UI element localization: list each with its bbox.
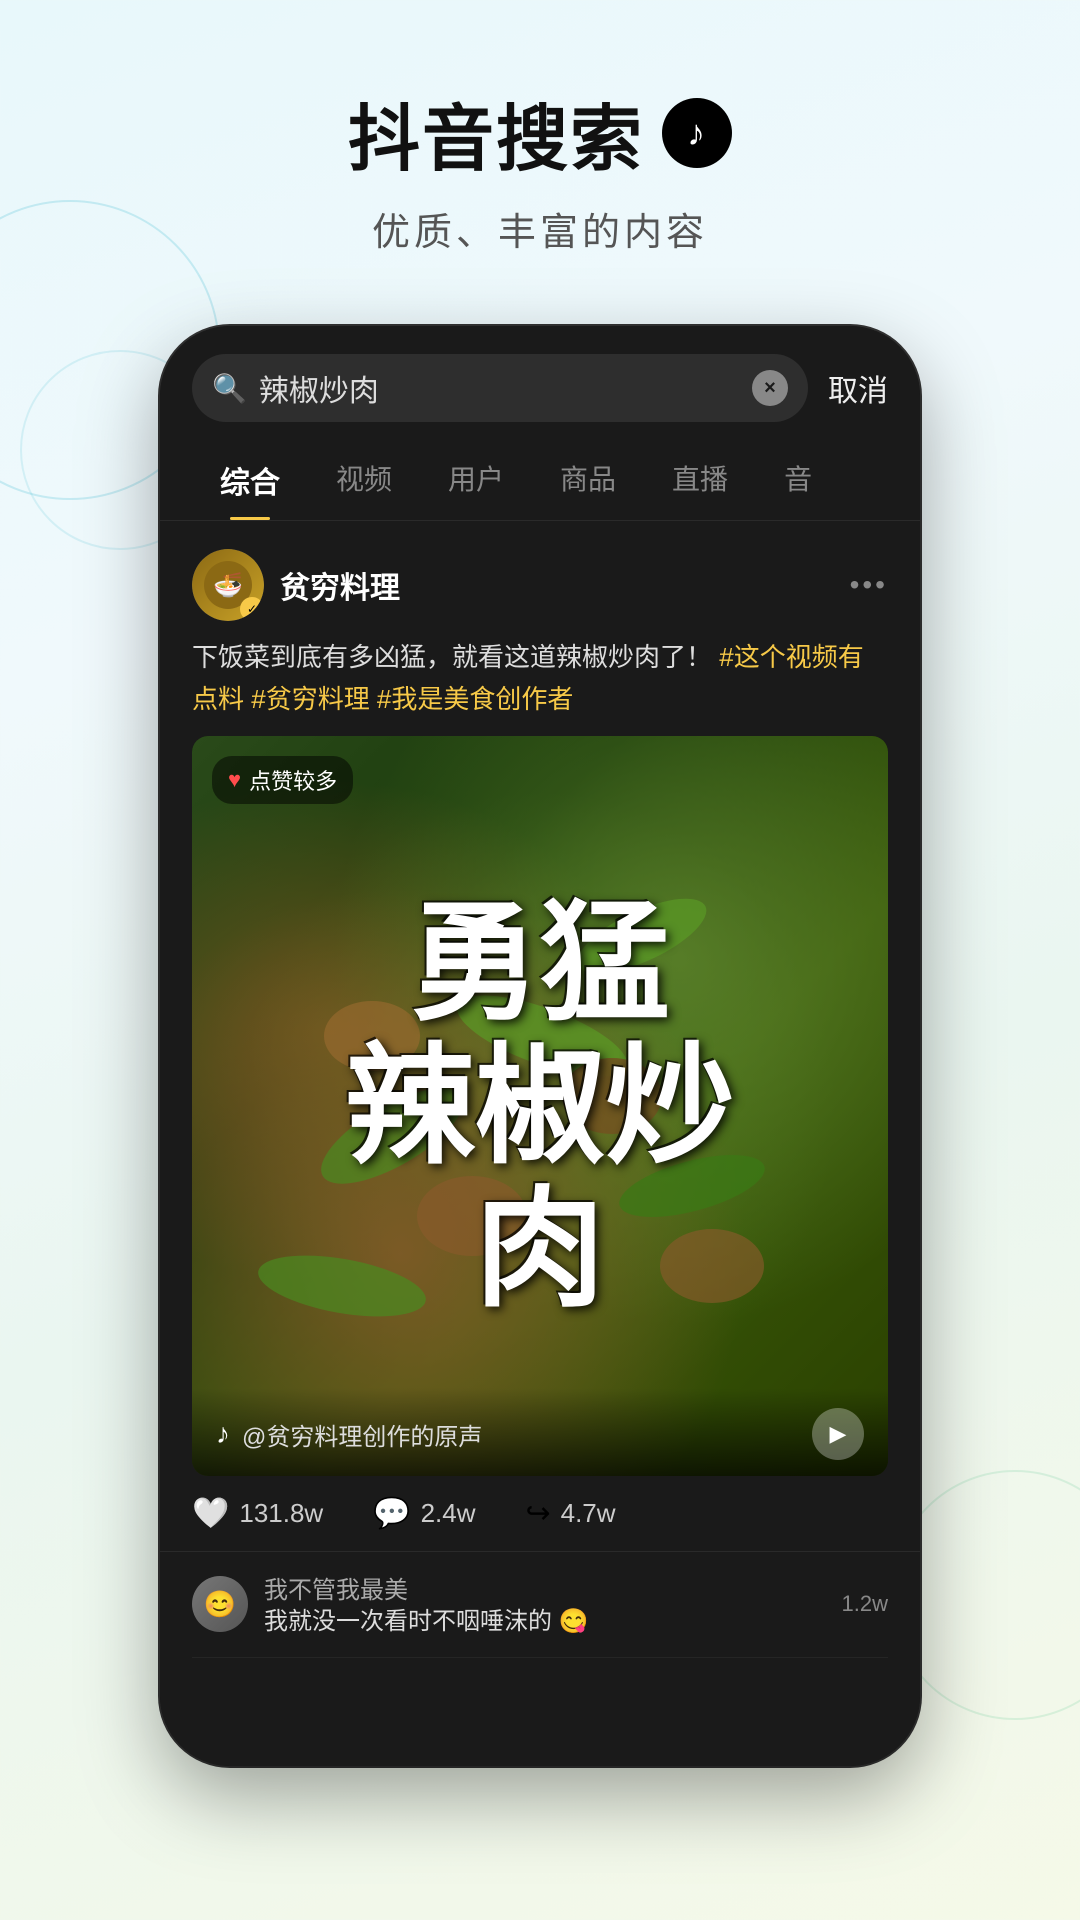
hashtag-2[interactable]: #贫穷料理 <box>251 684 377 714</box>
search-input[interactable]: 辣椒炒肉 <box>259 366 740 410</box>
video-text-overlay: 勇猛辣椒炒肉 <box>192 736 888 1476</box>
tab-直播[interactable]: 直播 <box>644 440 756 520</box>
commenter-name[interactable]: 我不管我最美 <box>264 1570 826 1605</box>
search-input-box[interactable]: 🔍 辣椒炒肉 × <box>192 354 808 422</box>
user-info: 🍜 ✓ 贫穷料理 <box>192 549 400 621</box>
avatar[interactable]: 🍜 ✓ <box>192 549 264 621</box>
video-footer: ♪ @贫穷料理创作的原声 ▶ <box>192 1388 888 1476</box>
post-header: 🍜 ✓ 贫穷料理 ••• <box>192 549 888 621</box>
verified-badge: ✓ <box>240 597 264 621</box>
comment-count: 2.4w <box>421 1498 476 1529</box>
content-area: 🍜 ✓ 贫穷料理 ••• 下饭菜到底有多凶猛，就看这道辣椒炒肉了！ <box>160 521 920 1766</box>
commenter-avatar: 😊 <box>192 1576 248 1632</box>
comment-icon: 💬 <box>373 1496 410 1531</box>
share-stat[interactable]: ↪ 4.7w <box>525 1496 615 1531</box>
share-icon: ↪ <box>525 1496 550 1531</box>
post-main-text: 下饭菜到底有多凶猛，就看这道辣椒炒肉了！ <box>192 642 712 672</box>
comment-text: 我就没一次看时不咽唾沫的 😋 <box>264 1605 826 1639</box>
video-badge: ♥ 点赞较多 <box>212 756 353 804</box>
comment-stat[interactable]: 💬 2.4w <box>373 1496 475 1531</box>
post-card: 🍜 ✓ 贫穷料理 ••• 下饭菜到底有多凶猛，就看这道辣椒炒肉了！ <box>160 521 920 736</box>
post-username[interactable]: 贫穷料理 <box>280 563 400 607</box>
share-count: 4.7w <box>561 1498 616 1529</box>
header-section: 抖音搜索 ♪ 优质、丰富的内容 <box>0 0 1080 296</box>
app-title: 抖音搜索 ♪ <box>0 80 1080 185</box>
play-button[interactable]: ▶ <box>812 1408 864 1460</box>
comment-item: 😊 我不管我最美 我就没一次看时不咽唾沫的 😋 1.2w <box>192 1552 888 1658</box>
like-count: 131.8w <box>239 1498 323 1529</box>
badge-label: 点赞较多 <box>249 764 337 796</box>
phone-frame: 🔍 辣椒炒肉 × 取消 综合 视频 用户 商品 直播 音 <box>160 326 920 1766</box>
post-text: 下饭菜到底有多凶猛，就看这道辣椒炒肉了！ #这个视频有点料 #贫穷料理 #我是美… <box>192 637 888 720</box>
search-icon: 🔍 <box>212 372 247 405</box>
tiktok-logo-icon: ♪ <box>662 98 732 168</box>
like-icon: 🤍 <box>192 1496 229 1531</box>
comment-section: 😊 我不管我最美 我就没一次看时不咽唾沫的 😋 1.2w <box>160 1551 920 1658</box>
tab-视频[interactable]: 视频 <box>308 440 420 520</box>
video-source: @贫穷料理创作的原声 <box>242 1417 800 1452</box>
tiktok-audio-icon: ♪ <box>216 1418 230 1450</box>
phone-inner: 🔍 辣椒炒肉 × 取消 综合 视频 用户 商品 直播 音 <box>160 326 920 1766</box>
header-subtitle: 优质、丰富的内容 <box>0 201 1080 256</box>
video-card[interactable]: 勇猛辣椒炒肉 ♥ 点赞较多 ♪ @贫穷料理创作的原声 ▶ <box>192 736 888 1476</box>
phone-wrapper: 🔍 辣椒炒肉 × 取消 综合 视频 用户 商品 直播 音 <box>0 326 1080 1766</box>
search-bar-container: 🔍 辣椒炒肉 × 取消 <box>160 326 920 440</box>
tab-用户[interactable]: 用户 <box>420 440 532 520</box>
comment-content: 我不管我最美 我就没一次看时不咽唾沫的 😋 <box>264 1570 826 1639</box>
stats-bar: 🤍 131.8w 💬 2.4w ↪ 4.7w <box>160 1476 920 1551</box>
like-stat[interactable]: 🤍 131.8w <box>192 1496 323 1531</box>
tab-综合[interactable]: 综合 <box>192 440 308 520</box>
tabs-container: 综合 视频 用户 商品 直播 音 <box>160 440 920 521</box>
video-title-text: 勇猛辣椒炒肉 <box>345 892 735 1321</box>
tab-商品[interactable]: 商品 <box>532 440 644 520</box>
clear-button[interactable]: × <box>752 370 788 406</box>
svg-text:🍜: 🍜 <box>213 572 243 599</box>
title-text: 抖音搜索 <box>348 80 644 185</box>
hashtag-3[interactable]: #我是美食创作者 <box>377 684 573 714</box>
cancel-button[interactable]: 取消 <box>828 366 888 410</box>
heart-icon: ♥ <box>228 767 241 793</box>
more-options-icon[interactable]: ••• <box>850 569 888 601</box>
comment-like-count[interactable]: 1.2w <box>842 1591 888 1617</box>
video-background: 勇猛辣椒炒肉 ♥ 点赞较多 ♪ @贫穷料理创作的原声 ▶ <box>192 736 888 1476</box>
tab-音乐[interactable]: 音 <box>756 440 840 520</box>
